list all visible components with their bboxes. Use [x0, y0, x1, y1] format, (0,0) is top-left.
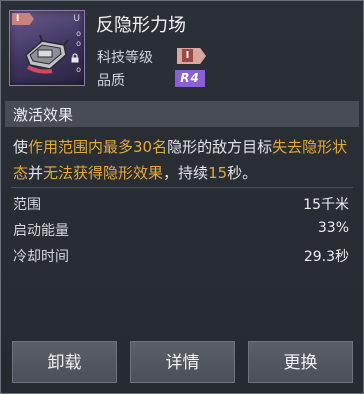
effect-section-header: 激活效果 [5, 101, 359, 127]
desc-text: ，持续 [163, 164, 209, 182]
stat-value-cooldown: 29.3秒 [303, 249, 349, 265]
stat-label-range: 范围 [13, 197, 41, 213]
desc-highlight: 15 [208, 164, 228, 182]
desc-text: 隐形的敌方目标 [167, 138, 273, 156]
desc-text: 秒。 [227, 164, 258, 182]
effect-section-title: 激活效果 [13, 106, 74, 124]
stat-value-energy: 33% [317, 220, 349, 236]
effect-description: 使作用范围内最多30名隐形的敌方目标失去隐形状态并无法获得隐形效果，持续15秒。 [13, 134, 353, 186]
quality-label: 品质 [97, 73, 125, 89]
replace-button[interactable]: 更换 [248, 341, 353, 383]
stat-value-range: 15千米 [303, 197, 349, 213]
desc-text: 使 [13, 138, 29, 156]
stat-label-energy: 启动能量 [13, 223, 69, 239]
tech-level-badge: I [177, 48, 206, 64]
desc-highlight: 作用范围内最多30名 [28, 138, 168, 156]
slot-glyph: o [76, 65, 81, 74]
module-icon-box[interactable]: I U o o o [9, 10, 85, 86]
desc-text: 并 [28, 164, 44, 182]
stat-label-cooldown: 冷却时间 [13, 249, 69, 265]
quality-badge: R4 [175, 70, 205, 87]
details-button[interactable]: 详情 [130, 341, 235, 383]
module-info-panel: I U o o o 反隐形力场 科技等级 I 品质 R4 激活效果 使作用范围内… [0, 0, 364, 394]
divider [11, 187, 353, 188]
tech-level-value: I [182, 49, 193, 62]
desc-highlight: 无法获得隐形效果 [43, 164, 164, 182]
tier-tag: I [12, 13, 34, 25]
module-device-icon [25, 34, 69, 74]
module-title: 反隐形力场 [96, 15, 186, 36]
u-mark: U [73, 14, 80, 24]
lock-icon [71, 53, 79, 63]
slot-glyph: o [76, 39, 81, 48]
tech-level-label: 科技等级 [97, 50, 153, 66]
slot-glyph: o [76, 29, 81, 38]
unload-button[interactable]: 卸载 [12, 341, 117, 383]
